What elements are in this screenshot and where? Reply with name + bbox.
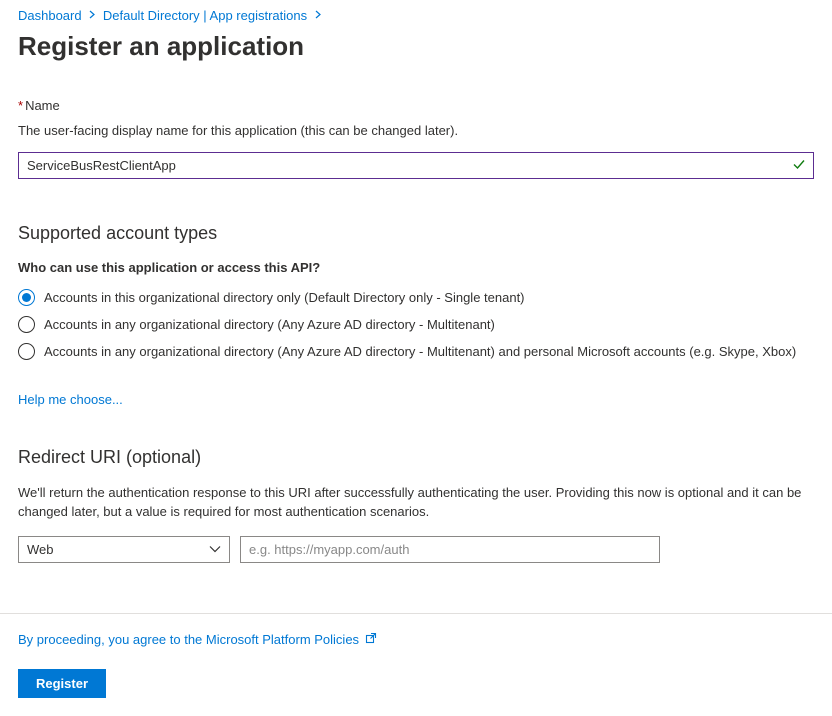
radio-checked-icon [18,289,35,306]
name-description: The user-facing display name for this ap… [18,123,814,138]
radio-label: Accounts in this organizational director… [44,290,525,305]
name-input[interactable] [18,152,814,179]
breadcrumb: Dashboard Default Directory | App regist… [18,4,814,31]
checkmark-icon [792,157,806,174]
redirect-uri-description: We'll return the authentication response… [18,484,814,522]
account-types-radio-group: Accounts in this organizational director… [18,289,814,360]
required-asterisk: * [18,98,23,113]
platform-policies-link[interactable]: By proceeding, you agree to the Microsof… [18,632,359,647]
radio-multitenant-personal[interactable]: Accounts in any organizational directory… [18,343,814,360]
account-types-heading: Supported account types [18,223,814,244]
policy-text: By proceeding, you agree to the Microsof… [18,632,814,647]
redirect-uri-heading: Redirect URI (optional) [18,447,814,468]
radio-label: Accounts in any organizational directory… [44,344,796,359]
radio-unchecked-icon [18,343,35,360]
divider [0,613,832,614]
account-types-question: Who can use this application or access t… [18,260,814,275]
help-me-choose-link[interactable]: Help me choose... [18,392,123,407]
page-title: Register an application [18,31,814,62]
chevron-right-icon [311,10,325,22]
platform-select[interactable]: Web [18,536,230,563]
platform-selected-value: Web [27,542,54,557]
breadcrumb-link-app-registrations[interactable]: Default Directory | App registrations [103,8,307,23]
name-label: *Name [18,98,814,113]
radio-unchecked-icon [18,316,35,333]
redirect-uri-input[interactable] [240,536,660,563]
external-link-icon [365,632,377,647]
radio-single-tenant[interactable]: Accounts in this organizational director… [18,289,814,306]
radio-label: Accounts in any organizational directory… [44,317,495,332]
radio-multitenant[interactable]: Accounts in any organizational directory… [18,316,814,333]
chevron-right-icon [85,10,99,22]
register-button[interactable]: Register [18,669,106,698]
breadcrumb-link-dashboard[interactable]: Dashboard [18,8,82,23]
chevron-down-icon [209,542,221,557]
